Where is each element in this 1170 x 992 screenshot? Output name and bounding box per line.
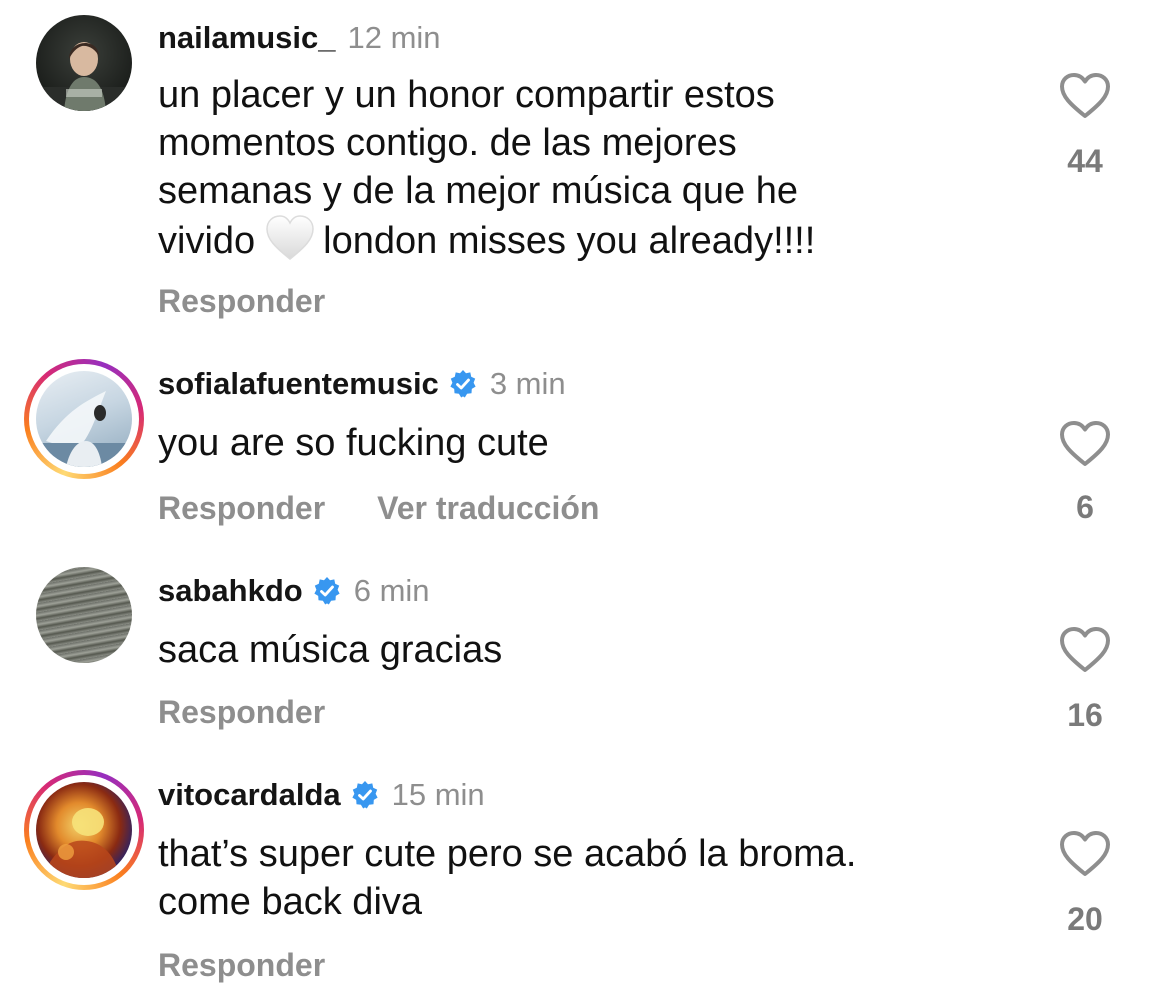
reply-button[interactable]: Responder xyxy=(158,283,325,319)
heart-outline-icon[interactable] xyxy=(1059,626,1111,674)
comment-header: vitocardalda 15 min xyxy=(158,777,485,813)
comment-line: come back diva xyxy=(158,881,423,923)
username[interactable]: nailamusic_ xyxy=(158,20,335,56)
comment-header: nailamusic_ 12 min xyxy=(158,20,441,56)
timestamp: 12 min xyxy=(347,20,441,55)
verified-badge-icon xyxy=(314,577,340,605)
avatar[interactable] xyxy=(36,15,132,111)
like-count: 6 xyxy=(1076,489,1094,525)
comment-header: sofialafuentemusic 3 min xyxy=(158,366,566,402)
comment-line: semanas y de la mejor música que he xyxy=(158,170,798,212)
username[interactable]: sofialafuentemusic xyxy=(158,366,439,402)
avatar[interactable] xyxy=(24,359,144,479)
comment-item: sofialafuentemusic 3 min you are so fuck… xyxy=(0,340,1170,550)
translate-button[interactable]: Ver traducción xyxy=(377,490,599,526)
comment-text: that’s super cute pero se acabó la broma… xyxy=(158,830,857,926)
like-control: 20 xyxy=(1050,830,1120,937)
comment-line-end: london misses you already!!!! xyxy=(323,220,816,262)
comment-line: saca música gracias xyxy=(158,629,503,671)
heart-outline-icon[interactable] xyxy=(1059,72,1111,120)
verified-badge-icon xyxy=(352,781,378,809)
comment-text: saca música gracias xyxy=(158,626,502,674)
like-control: 6 xyxy=(1050,420,1120,525)
like-count: 44 xyxy=(1067,143,1103,179)
comment-line: momentos contigo. de las mejores xyxy=(158,122,737,164)
timestamp: 6 min xyxy=(353,573,430,608)
comment-line: un placer y un honor compartir estos xyxy=(158,74,775,116)
username[interactable]: vitocardalda xyxy=(158,777,341,813)
comment-item: vitocardalda 15 min that’s super cute pe… xyxy=(0,755,1170,992)
avatar[interactable] xyxy=(36,567,132,663)
avatar[interactable] xyxy=(24,770,144,890)
reply-button[interactable]: Responder xyxy=(158,694,325,730)
avatar-image xyxy=(36,371,132,467)
comment-actions: Responder xyxy=(158,283,325,319)
comment-header: sabahkdo 6 min xyxy=(158,573,430,609)
avatar-image xyxy=(36,567,132,663)
comment-line: that’s super cute pero se acabó la broma… xyxy=(158,833,857,875)
reply-button[interactable]: Responder xyxy=(158,947,325,983)
like-count: 20 xyxy=(1067,901,1103,937)
timestamp: 3 min xyxy=(489,366,566,401)
like-count: 16 xyxy=(1067,697,1103,733)
heart-outline-icon[interactable] xyxy=(1059,420,1111,468)
reply-button[interactable]: Responder xyxy=(158,490,325,526)
comment-item: sabahkdo 6 min saca música gracias Respo… xyxy=(0,550,1170,755)
comment-item: nailamusic_ 12 min un placer y un honor … xyxy=(0,0,1170,340)
verified-badge-icon xyxy=(450,370,476,398)
comment-line: vivido london misses you already!!!! xyxy=(158,215,815,265)
comment-line: you are so fucking cute xyxy=(158,422,549,464)
comment-text: un placer y un honor compartir estos mom… xyxy=(158,71,815,265)
avatar-image xyxy=(36,15,132,111)
like-control: 44 xyxy=(1050,72,1120,179)
comment-text: you are so fucking cute xyxy=(158,419,549,467)
comment-actions: Responder xyxy=(158,947,325,983)
comment-actions: Responder Ver traducción xyxy=(158,490,599,526)
comment-actions: Responder xyxy=(158,694,325,730)
comment-line-start: vivido xyxy=(158,220,256,262)
heart-outline-icon[interactable] xyxy=(1059,830,1111,878)
username[interactable]: sabahkdo xyxy=(158,573,303,609)
timestamp: 15 min xyxy=(391,777,485,812)
white-heart-emoji-icon xyxy=(265,215,315,261)
like-control: 16 xyxy=(1050,626,1120,733)
avatar-image xyxy=(36,782,132,878)
